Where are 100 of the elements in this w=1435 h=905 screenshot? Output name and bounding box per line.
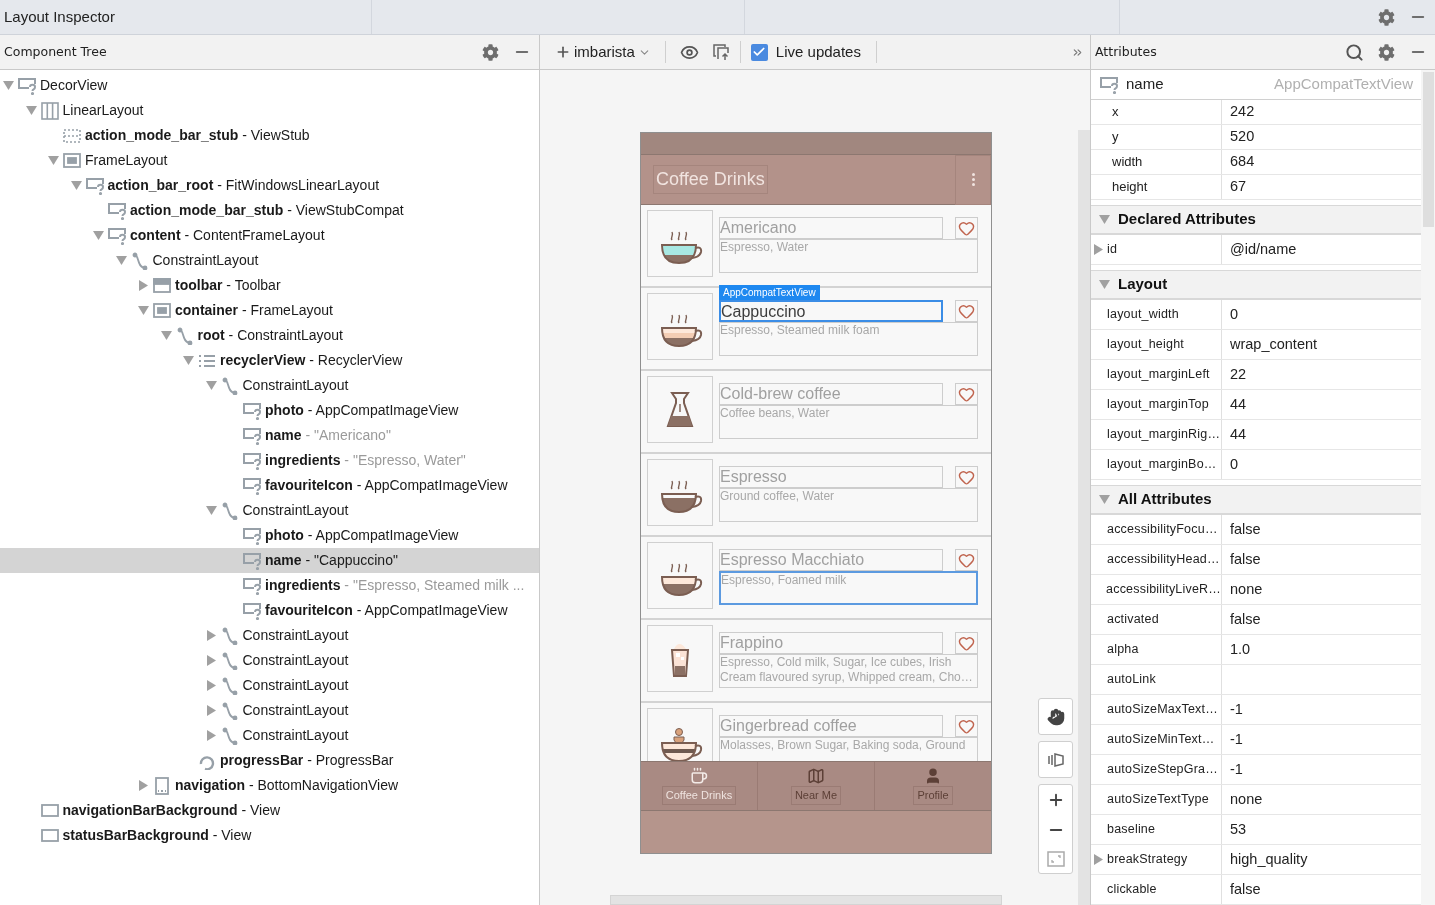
- favourite-button[interactable]: [955, 466, 978, 488]
- attribute-row[interactable]: layout_marginTop 44: [1091, 390, 1421, 420]
- attribute-row[interactable]: baseline 53: [1091, 815, 1421, 845]
- expand-arrow-icon[interactable]: [93, 230, 104, 241]
- question-frame-icon: [242, 526, 262, 545]
- expand-arrow-icon[interactable]: [205, 730, 217, 741]
- pan-button[interactable]: [1038, 698, 1073, 735]
- attribute-row[interactable]: autoSizeMaxText… -1: [1091, 695, 1421, 725]
- question-frame-icon: [242, 426, 262, 445]
- toolbar-icon: [152, 276, 172, 295]
- vertical-scrollbar[interactable]: [1078, 130, 1090, 905]
- nested-frame-icon: [152, 301, 172, 320]
- expand-arrow-icon[interactable]: [205, 680, 217, 691]
- favourite-button[interactable]: [955, 300, 978, 322]
- settings-icon[interactable]: [482, 43, 499, 61]
- plus-icon: [555, 44, 571, 60]
- expand-arrow-icon[interactable]: [205, 380, 217, 391]
- attribute-row[interactable]: autoSizeStepGra… -1: [1091, 755, 1421, 785]
- section-title: All Attributes: [1118, 489, 1212, 510]
- attribute-name: layout_width: [1107, 306, 1179, 324]
- attribute-row[interactable]: clickable false: [1091, 875, 1421, 905]
- expand-arrow-icon[interactable]: [70, 180, 82, 191]
- expand-arrow-icon[interactable]: [138, 280, 149, 291]
- layers-button[interactable]: [1038, 741, 1073, 778]
- live-updates-checkbox[interactable]: Live updates: [750, 40, 861, 64]
- attribute-value: 44: [1229, 394, 1247, 414]
- attribute-name: activated: [1107, 611, 1159, 629]
- expand-arrow-icon[interactable]: [48, 155, 59, 166]
- expand-arrow-icon[interactable]: [1099, 214, 1110, 225]
- attribute-row[interactable]: layout_height wrap_content: [1091, 330, 1421, 360]
- expand-arrow-icon[interactable]: [3, 80, 14, 91]
- attribute-name: x: [1111, 103, 1119, 122]
- expand-arrow-icon[interactable]: [160, 330, 172, 341]
- question-frame-icon: [242, 601, 262, 620]
- horizontal-scrollbar[interactable]: [610, 895, 1002, 905]
- expand-arrow-icon[interactable]: [1099, 279, 1110, 290]
- map-icon: [807, 767, 825, 786]
- expand-arrow-icon[interactable]: [1099, 494, 1110, 505]
- expand-arrow-icon[interactable]: [205, 505, 217, 516]
- attribute-row[interactable]: accessibilityLiveR… none: [1091, 575, 1421, 605]
- export-icon[interactable]: [711, 43, 730, 61]
- drink-name: Espresso: [719, 466, 943, 488]
- attribute-row[interactable]: width 684: [1091, 150, 1421, 175]
- expand-arrow-icon[interactable]: [205, 705, 217, 716]
- drink-ingredients: Espresso, Water: [719, 239, 978, 273]
- node-label: photo - AppCompatImageView: [265, 526, 459, 545]
- question-frame-icon: [242, 401, 262, 420]
- tree-item[interactable]: name - "Cappuccino": [0, 548, 539, 573]
- expand-arrow-icon[interactable]: [138, 305, 149, 316]
- attribute-name: autoLink: [1107, 671, 1156, 689]
- attribute-row[interactable]: accessibilityFocu… false: [1091, 515, 1421, 545]
- attribute-value: -1: [1229, 759, 1243, 779]
- attribute-row[interactable]: breakStrategy high_quality: [1091, 845, 1421, 875]
- expand-arrow-icon[interactable]: [138, 780, 149, 791]
- search-icon[interactable]: [1345, 42, 1364, 62]
- expand-arrow-icon[interactable]: [205, 630, 217, 641]
- favourite-button[interactable]: [955, 217, 978, 239]
- question-frame-icon: [1099, 75, 1119, 94]
- settings-icon[interactable]: [1378, 8, 1395, 26]
- expand-arrow-icon[interactable]: [115, 255, 127, 266]
- attribute-row[interactable]: layout_marginLeft 22: [1091, 360, 1421, 390]
- settings-icon[interactable]: [1378, 43, 1395, 61]
- attribute-row[interactable]: activated false: [1091, 605, 1421, 635]
- hand-icon: [1046, 707, 1065, 726]
- attribute-row[interactable]: height 67: [1091, 175, 1421, 200]
- attribute-row[interactable]: layout_width 0: [1091, 300, 1421, 330]
- heart-icon: [958, 302, 975, 320]
- expand-arrow-icon[interactable]: [183, 355, 194, 366]
- favourite-button[interactable]: [955, 715, 978, 737]
- attribute-row[interactable]: id @id/name: [1091, 235, 1421, 265]
- scrollbar[interactable]: [1421, 70, 1435, 905]
- expand-arrow-icon[interactable]: [205, 655, 217, 666]
- expand-arrow-icon[interactable]: [1093, 244, 1104, 255]
- fit-screen-icon[interactable]: [1046, 851, 1065, 867]
- attribute-row[interactable]: y 520: [1091, 125, 1421, 150]
- section-header[interactable]: All Attributes: [1091, 485, 1421, 515]
- favourite-button[interactable]: [955, 383, 978, 405]
- attribute-row[interactable]: x 242: [1091, 100, 1421, 125]
- section-header[interactable]: Declared Attributes: [1091, 205, 1421, 235]
- favourite-button[interactable]: [955, 632, 978, 654]
- attribute-row[interactable]: layout_marginRig… 44: [1091, 420, 1421, 450]
- attribute-row[interactable]: accessibilityHead… false: [1091, 545, 1421, 575]
- attribute-row[interactable]: layout_marginBo… 0: [1091, 450, 1421, 480]
- attribute-value: 67: [1229, 177, 1247, 197]
- expand-arrow-icon[interactable]: [1093, 854, 1104, 865]
- attribute-row[interactable]: autoSizeMinText… -1: [1091, 725, 1421, 755]
- nav-label: Near Me: [790, 786, 842, 805]
- section-header[interactable]: Layout: [1091, 270, 1421, 300]
- expand-arrow-icon[interactable]: [25, 105, 37, 116]
- device-dropdown[interactable]: imbarista: [555, 40, 651, 64]
- heart-icon: [958, 468, 975, 486]
- attribute-row[interactable]: autoSizeTextType none: [1091, 785, 1421, 815]
- drink-card[interactable]: AppCompatTextView Cappuccino Espresso, Steamed milk foam: [641, 288, 991, 371]
- attribute-row[interactable]: alpha 1.0: [1091, 635, 1421, 665]
- attribute-row[interactable]: autoLink: [1091, 665, 1421, 695]
- favourite-button[interactable]: [955, 549, 978, 571]
- node-label: favouriteIcon - AppCompatImageView: [265, 601, 508, 620]
- node-label: favouriteIcon - AppCompatImageView: [265, 476, 508, 495]
- node-label: FrameLayout: [85, 151, 168, 170]
- attribute-value: false: [1229, 879, 1261, 899]
